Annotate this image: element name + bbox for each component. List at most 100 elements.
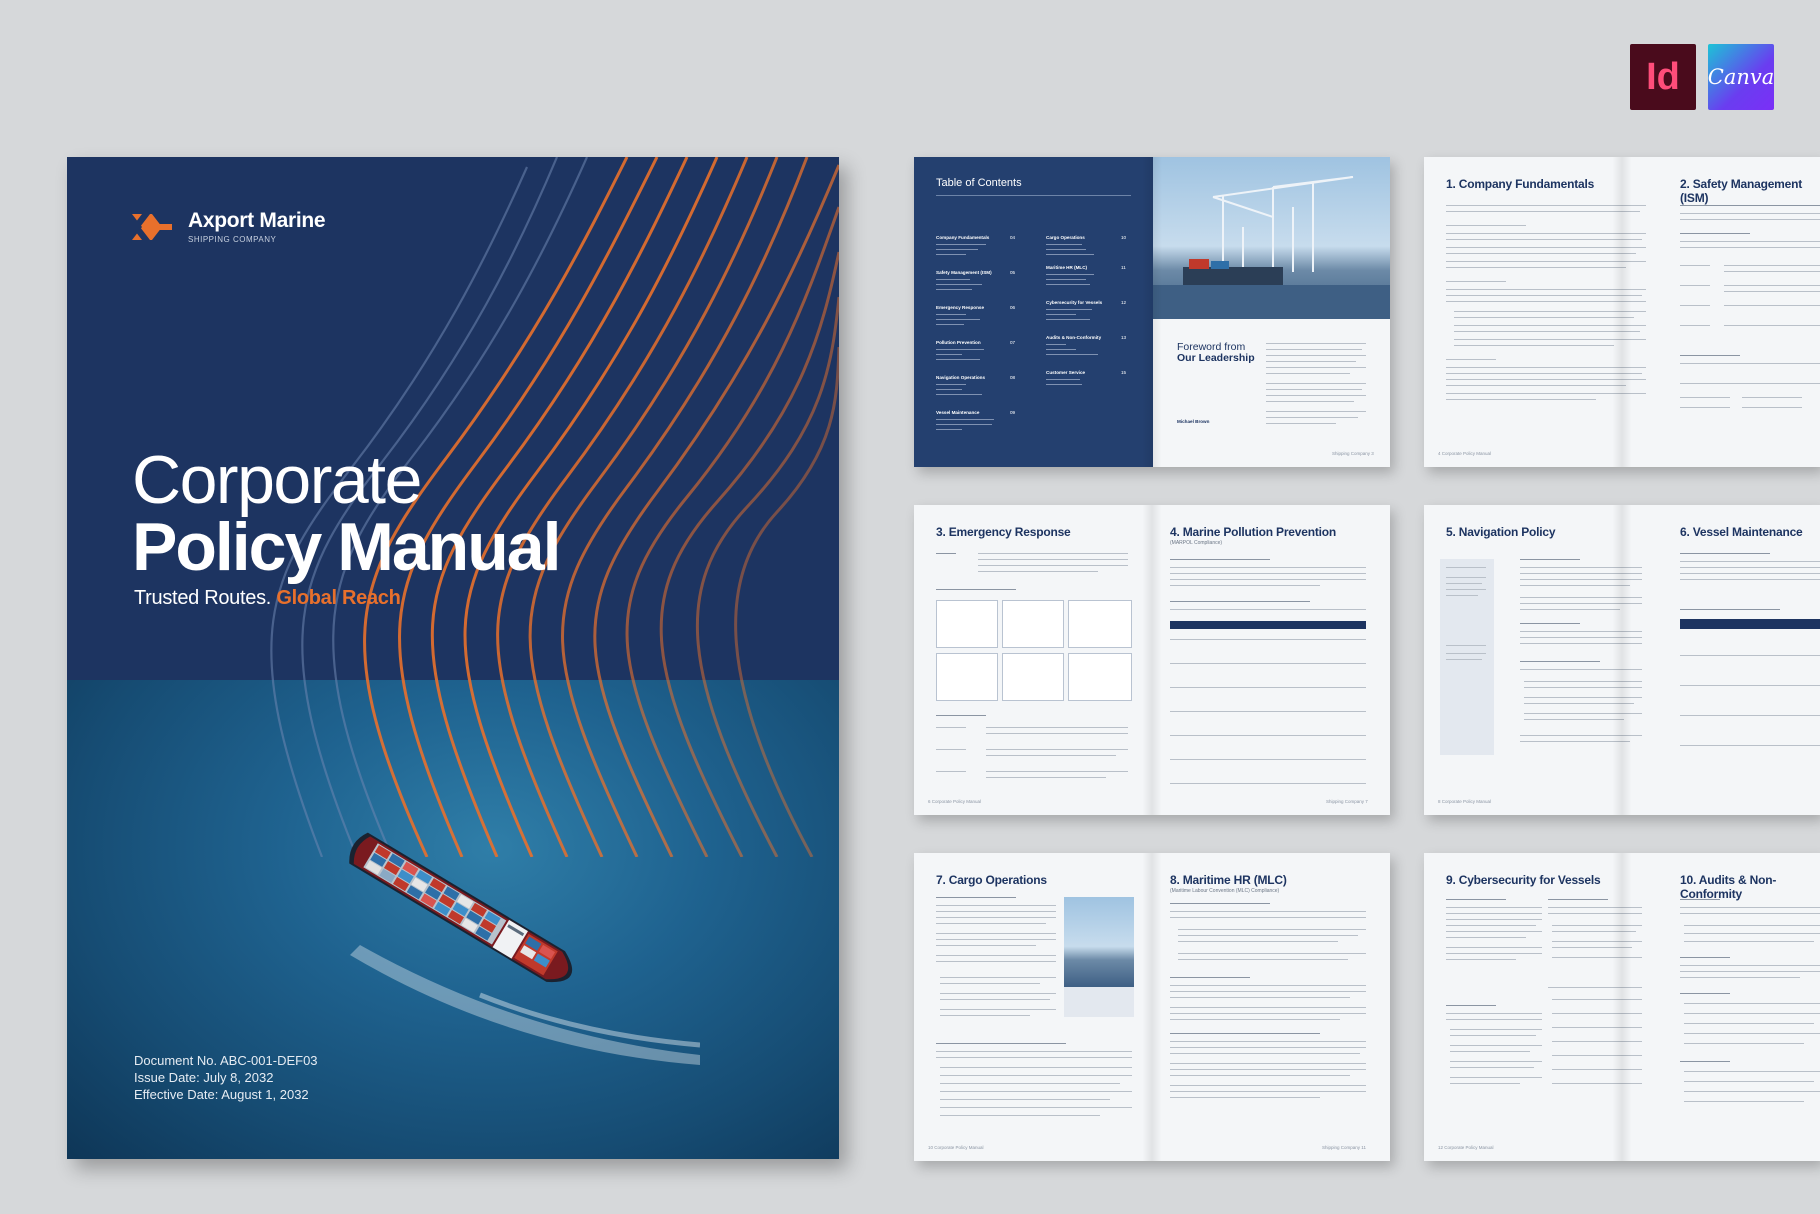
toc-entry: Safety Management (ISM) (936, 270, 992, 275)
text-line (1446, 385, 1626, 387)
text-line (1684, 1013, 1820, 1015)
text-line (1266, 367, 1366, 369)
text-line (1552, 1069, 1642, 1071)
text-line (940, 983, 1040, 985)
toc-sub-line (1046, 309, 1092, 310)
text-line (978, 565, 1128, 567)
text-line (1680, 913, 1820, 915)
foreword-heading: Foreword from Our Leadership (1177, 342, 1255, 364)
text-line (1680, 383, 1820, 385)
text-line (1446, 925, 1536, 927)
text-line (936, 955, 1056, 957)
toc-sub-line (1046, 379, 1080, 380)
text-line (1446, 373, 1642, 375)
text-line (936, 727, 966, 729)
text-line (1446, 907, 1542, 909)
text-line (1680, 247, 1820, 249)
text-line (1684, 941, 1814, 943)
text-line (1446, 577, 1486, 579)
text-line (1724, 271, 1820, 273)
text-line (1520, 597, 1642, 599)
toc-sub-line (1046, 279, 1086, 280)
page-title: 4. Marine Pollution Prevention (1170, 525, 1337, 539)
text-line (1170, 609, 1366, 611)
spread-navigation-maintenance: 5. Navigation Policy 8 Corporate Policy … (1424, 505, 1820, 815)
text-line (1170, 579, 1366, 581)
toc-sub-line (936, 244, 986, 245)
text-line (1446, 583, 1482, 585)
text-line (978, 559, 1128, 561)
text-line (1266, 417, 1358, 419)
text-line (1178, 953, 1366, 955)
text-line (1680, 567, 1820, 569)
text-line (1170, 663, 1366, 665)
page-title: 6. Vessel Maintenance (1680, 525, 1803, 539)
page-footer: 12 Corporate Policy Manual (1438, 1145, 1494, 1150)
text-line (940, 1099, 1110, 1101)
text-line (1724, 291, 1820, 293)
text-line (1266, 373, 1350, 375)
text-line (936, 917, 1056, 919)
text-line (986, 733, 1128, 735)
text-line (1170, 1091, 1366, 1093)
text-line (940, 1067, 1132, 1069)
text-line (936, 771, 966, 773)
text-line (1170, 911, 1366, 913)
text-line (1446, 931, 1542, 933)
text-line (1178, 941, 1338, 943)
text-line (1446, 567, 1486, 569)
text-line (986, 777, 1106, 779)
text-line (1520, 741, 1630, 743)
text-line (1170, 687, 1366, 689)
text-line (1266, 401, 1354, 403)
text-line (1446, 653, 1486, 655)
toc-sub-line (936, 279, 970, 280)
text-line (1178, 935, 1358, 937)
canva-badge: Canva (1708, 44, 1774, 110)
text-line (1170, 997, 1350, 999)
toc-sub-line (1046, 249, 1086, 250)
text-line (1170, 601, 1310, 603)
toc-sub-line (936, 389, 962, 390)
text-line (1680, 363, 1820, 365)
text-line (1446, 359, 1496, 361)
page-title: 5. Navigation Policy (1446, 525, 1556, 539)
text-line (1266, 423, 1336, 425)
text-line (1170, 985, 1366, 987)
effective-date: Effective Date: August 1, 2032 (134, 1087, 309, 1102)
text-line (940, 1115, 1100, 1117)
toc-page: 12 (1121, 300, 1127, 305)
text-line (936, 1051, 1132, 1053)
text-line (1680, 325, 1710, 327)
text-line (1446, 367, 1646, 369)
text-line (1446, 205, 1646, 207)
text-line (1170, 783, 1366, 785)
text-line (1684, 1081, 1814, 1083)
text-line (1446, 393, 1646, 395)
text-line (1170, 917, 1366, 919)
text-line (936, 939, 1056, 941)
text-line (1170, 639, 1366, 641)
table-header (1680, 619, 1820, 629)
text-line (1454, 311, 1646, 313)
text-line (1454, 317, 1634, 319)
text-line (1520, 735, 1642, 737)
toc-sub-line (1046, 384, 1082, 385)
toc-entry: Vessel Maintenance (936, 410, 980, 415)
procedure-box (1002, 600, 1064, 648)
text-line (1266, 343, 1366, 345)
toc-sub-line (936, 394, 982, 395)
page-footer: 10 Corporate Policy Manual (928, 1145, 984, 1150)
text-line (1552, 1013, 1642, 1015)
text-line (1446, 233, 1646, 235)
text-line (1170, 977, 1250, 979)
text-line (936, 945, 1036, 947)
text-line (1680, 407, 1730, 409)
text-line (1170, 1097, 1320, 1099)
procedure-box (936, 600, 998, 648)
text-line (1170, 1069, 1366, 1071)
text-line (1170, 559, 1270, 561)
page-footer: 8 Corporate Policy Manual (1438, 799, 1492, 804)
document-meta: Document No. ABC-001-DEF03 Issue Date: J… (134, 1052, 318, 1103)
toc-sub-line (936, 249, 978, 250)
